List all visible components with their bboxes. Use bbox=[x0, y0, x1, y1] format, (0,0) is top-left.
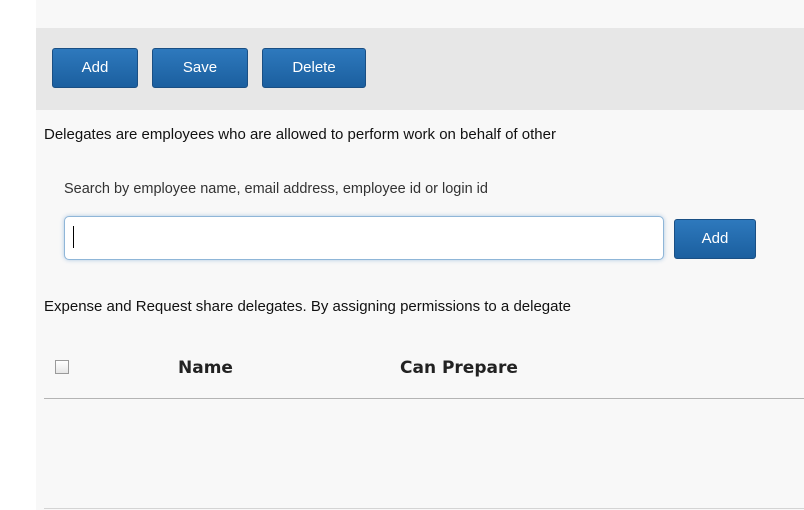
intro-text: Delegates are employees who are allowed … bbox=[44, 126, 556, 143]
employee-search-input[interactable] bbox=[64, 216, 664, 260]
table-bottom-divider bbox=[44, 508, 804, 509]
table-header-divider bbox=[44, 398, 804, 399]
save-button[interactable]: Save bbox=[152, 48, 248, 88]
text-caret bbox=[73, 226, 74, 248]
delete-button[interactable]: Delete bbox=[262, 48, 366, 88]
search-label: Search by employee name, email address, … bbox=[64, 181, 488, 197]
share-note-text: Expense and Request share delegates. By … bbox=[44, 298, 571, 315]
add-button[interactable]: Add bbox=[52, 48, 138, 88]
column-header-name[interactable]: Name bbox=[178, 358, 233, 378]
select-all-checkbox[interactable] bbox=[55, 360, 69, 374]
add-delegate-button[interactable]: Add bbox=[674, 219, 756, 259]
column-header-can-prepare[interactable]: Can Prepare bbox=[400, 358, 518, 378]
